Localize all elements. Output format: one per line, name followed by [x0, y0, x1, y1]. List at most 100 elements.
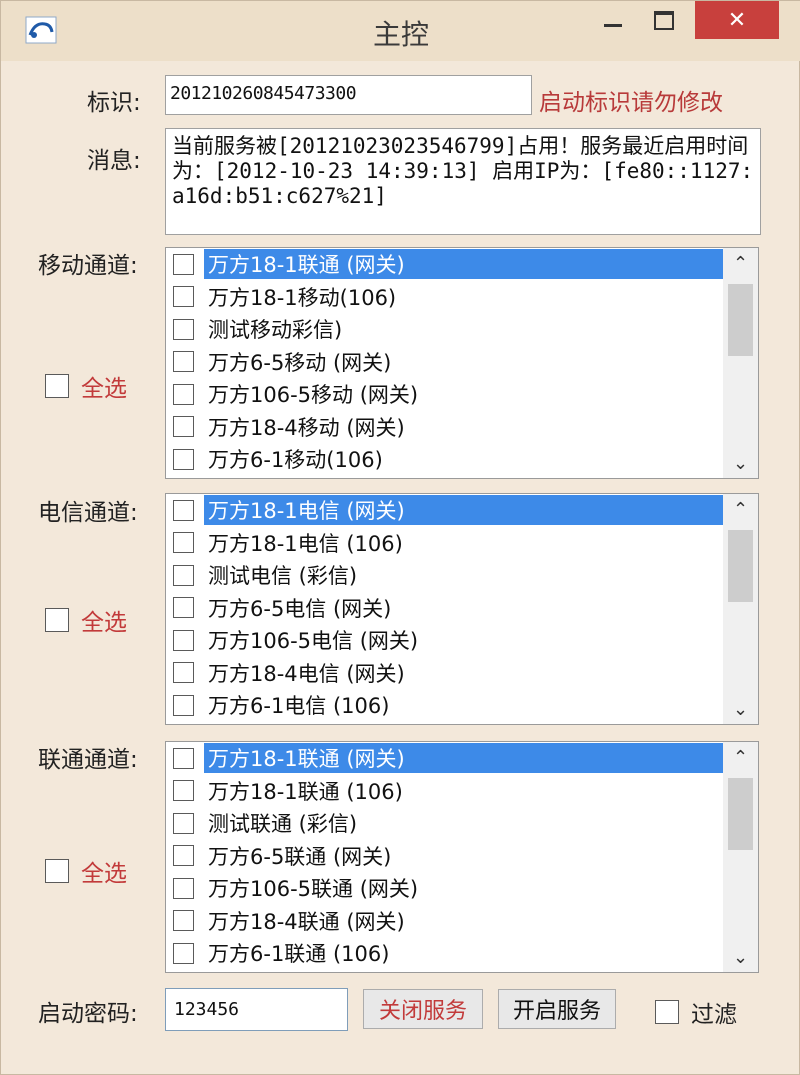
filter-option[interactable]: 过滤 — [655, 995, 737, 1029]
list-item[interactable]: 万方18-1联通 (106) — [166, 775, 723, 808]
list-item-label: 万方6-5移动 (网关) — [208, 350, 392, 375]
close-button[interactable]: ✕ — [695, 1, 779, 39]
list-item[interactable]: 万方18-1电信 (106) — [166, 527, 723, 560]
scroll-down-icon[interactable]: ⌄ — [723, 694, 758, 724]
list-item[interactable]: 万方18-4联通 (网关) — [166, 905, 723, 938]
list-item[interactable]: 万方18-4移动 (网关) — [166, 411, 723, 444]
list-item-checkbox[interactable] — [173, 597, 194, 619]
password-value: 123456 — [174, 999, 240, 1020]
password-input[interactable]: 123456 — [165, 988, 348, 1031]
list-item-checkbox[interactable] — [173, 662, 194, 684]
list-item-checkbox[interactable] — [173, 845, 194, 867]
filter-checkbox[interactable] — [655, 1000, 679, 1024]
unicom-select-all[interactable]: 全选 — [45, 854, 127, 888]
list-item-label: 万方18-4移动 (网关) — [208, 415, 405, 440]
title-bar[interactable]: 主控 ✕ — [1, 1, 800, 61]
list-item-checkbox[interactable] — [173, 910, 194, 932]
minimize-button[interactable] — [589, 1, 637, 39]
list-item-label: 万方18-1电信 (网关) — [204, 495, 723, 526]
list-item-label: 万方18-4电信 (网关) — [208, 661, 405, 686]
identity-field[interactable]: 201210260845473300 — [165, 75, 532, 115]
list-item-checkbox[interactable] — [173, 942, 194, 964]
scroll-thumb[interactable] — [728, 778, 753, 850]
unicom-channel-label: 联通通道: — [38, 747, 138, 773]
list-item-checkbox[interactable] — [173, 499, 194, 521]
maximize-icon — [654, 10, 674, 30]
mobile-channel-list[interactable]: 万方18-1联通 (网关) 万方18-1移动(106) 测试移动彩信) 万方6-5移动… — [165, 247, 759, 479]
scroll-up-icon[interactable]: ⌃ — [723, 742, 758, 772]
list-item[interactable]: 万方6-5联通 (网关) — [166, 840, 723, 873]
list-item-checkbox[interactable] — [173, 532, 194, 554]
list-item-label: 测试电信 (彩信) — [208, 564, 358, 589]
list-item-checkbox[interactable] — [173, 383, 194, 405]
list-item[interactable]: 测试移动彩信) — [166, 313, 723, 346]
mobile-select-all-label: 全选 — [81, 376, 127, 402]
list-item-label: 万方6-1联通 (106) — [208, 942, 390, 967]
password-label: 启动密码: — [38, 1001, 138, 1027]
scroll-thumb[interactable] — [728, 530, 753, 602]
stop-service-button[interactable]: 关闭服务 — [363, 989, 483, 1029]
telecom-select-all-label: 全选 — [81, 610, 127, 636]
list-item[interactable]: 万方18-1联通 (网关) — [166, 742, 723, 775]
minimize-icon — [604, 23, 622, 27]
telecom-channel-items: 万方18-1电信 (网关) 万方18-1电信 (106) 测试电信 (彩信) 万方6-… — [166, 494, 723, 722]
message-label: 消息: — [87, 148, 141, 174]
mobile-channel-label: 移动通道: — [38, 253, 138, 279]
list-item-checkbox[interactable] — [173, 629, 194, 651]
list-item-checkbox[interactable] — [173, 780, 194, 802]
list-item[interactable]: 万方18-1移动(106) — [166, 281, 723, 314]
list-item-label: 万方18-4联通 (网关) — [208, 909, 405, 934]
list-item-checkbox[interactable] — [173, 564, 194, 586]
mobile-select-all-checkbox[interactable] — [45, 374, 69, 398]
list-item-checkbox[interactable] — [173, 416, 194, 438]
start-service-button[interactable]: 开启服务 — [498, 989, 616, 1029]
list-item-label: 万方18-1联通 (网关) — [204, 743, 723, 774]
list-item[interactable]: 万方106-5电信 (网关) — [166, 624, 723, 657]
list-item-label: 万方6-5联通 (网关) — [208, 844, 392, 869]
list-item-checkbox[interactable] — [173, 286, 194, 308]
unicom-channel-list[interactable]: 万方18-1联通 (网关) 万方18-1联通 (106) 测试联通 (彩信) 万方6-… — [165, 741, 759, 973]
telecom-channel-list[interactable]: 万方18-1电信 (网关) 万方18-1电信 (106) 测试电信 (彩信) 万方6-… — [165, 493, 759, 725]
list-item[interactable]: 万方106-5联通 (网关) — [166, 872, 723, 905]
telecom-select-all-checkbox[interactable] — [45, 608, 69, 632]
unicom-select-all-checkbox[interactable] — [45, 859, 69, 883]
telecom-select-all[interactable]: 全选 — [45, 603, 127, 637]
list-item[interactable]: 万方106-5移动 (网关) — [166, 378, 723, 411]
list-item[interactable]: 万方6-1电信 (106) — [166, 689, 723, 722]
list-item[interactable]: 万方18-4电信 (网关) — [166, 657, 723, 690]
telecom-list-scrollbar[interactable]: ⌃ ⌄ — [723, 494, 758, 724]
scroll-thumb[interactable] — [728, 284, 753, 356]
message-value: 当前服务被[20121023023546799]占用！服务最近启用时间为：[20… — [172, 134, 754, 208]
list-item-checkbox[interactable] — [173, 877, 194, 899]
list-item-checkbox[interactable] — [173, 812, 194, 834]
list-item[interactable]: 万方6-1联通 (106) — [166, 937, 723, 970]
list-item-checkbox[interactable] — [173, 694, 194, 716]
list-item[interactable]: 万方6-1移动(106) — [166, 443, 723, 476]
list-item-label: 测试联通 (彩信) — [208, 812, 358, 837]
mobile-select-all[interactable]: 全选 — [45, 369, 127, 403]
list-item[interactable]: 测试电信 (彩信) — [166, 559, 723, 592]
list-item-label: 万方106-5电信 (网关) — [208, 629, 419, 654]
scroll-up-icon[interactable]: ⌃ — [723, 248, 758, 278]
list-item[interactable]: 万方18-1联通 (网关) — [166, 248, 723, 281]
mobile-list-scrollbar[interactable]: ⌃ ⌄ — [723, 248, 758, 478]
list-item-checkbox[interactable] — [173, 448, 194, 470]
list-item[interactable]: 测试联通 (彩信) — [166, 807, 723, 840]
list-item-checkbox[interactable] — [173, 747, 194, 769]
unicom-select-all-label: 全选 — [81, 861, 127, 887]
list-item[interactable]: 万方6-5移动 (网关) — [166, 346, 723, 379]
list-item-label: 万方18-1联通 (106) — [208, 779, 403, 804]
list-item[interactable]: 万方18-1电信 (网关) — [166, 494, 723, 527]
list-item-checkbox[interactable] — [173, 253, 194, 275]
scroll-down-icon[interactable]: ⌄ — [723, 448, 758, 478]
maximize-button[interactable] — [641, 1, 687, 39]
list-item[interactable]: 万方6-5电信 (网关) — [166, 592, 723, 625]
message-field[interactable]: 当前服务被[20121023023546799]占用！服务最近启用时间为：[20… — [165, 128, 761, 235]
scroll-up-icon[interactable]: ⌃ — [723, 494, 758, 524]
scroll-down-icon[interactable]: ⌄ — [723, 942, 758, 972]
identity-warning-note: 启动标识请勿修改 — [539, 90, 723, 116]
list-item-checkbox[interactable] — [173, 318, 194, 340]
identity-value: 201210260845473300 — [170, 83, 357, 104]
list-item-checkbox[interactable] — [173, 351, 194, 373]
unicom-list-scrollbar[interactable]: ⌃ ⌄ — [723, 742, 758, 972]
